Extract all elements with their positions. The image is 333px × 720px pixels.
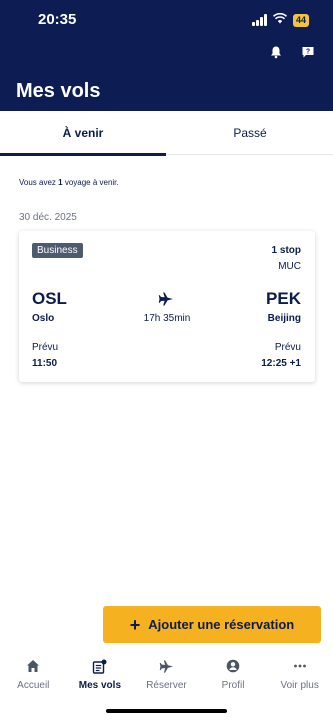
- help-icon[interactable]: ?: [301, 45, 315, 59]
- nav-book-label: Réserver: [146, 680, 187, 691]
- status-bar: 20:35 44: [0, 0, 333, 40]
- bell-icon[interactable]: [269, 45, 283, 59]
- arrival-status: Prévu: [274, 342, 301, 353]
- tab-bar: À venir Passé: [0, 111, 333, 156]
- signal-icon: [251, 14, 267, 26]
- nav-more-label: Voir plus: [280, 680, 319, 691]
- nav-profile-label: Profil: [221, 680, 245, 691]
- arrival-time: 12:25 +1: [261, 358, 301, 369]
- status-icons: 44: [251, 11, 309, 29]
- more-icon: [292, 658, 308, 674]
- departure-status: Prévu: [32, 342, 59, 353]
- plane-icon: [158, 291, 174, 307]
- nav-profile[interactable]: Profil: [200, 652, 267, 702]
- stops-count: 1 stop: [271, 245, 301, 256]
- trip-count-text: Vous avez 1 voyage à venir.: [19, 178, 119, 187]
- wifi-icon: [272, 11, 288, 29]
- home-icon: [25, 658, 41, 674]
- trip-count-suffix: voyage à venir.: [62, 178, 119, 187]
- tab-upcoming[interactable]: À venir: [0, 111, 166, 156]
- nav-book[interactable]: Réserver: [133, 652, 200, 702]
- add-booking-label: Ajouter une réservation: [148, 617, 295, 632]
- trip-date: 30 déc. 2025: [19, 212, 77, 223]
- profile-icon: [225, 658, 241, 674]
- origin-code: OSL: [32, 289, 67, 308]
- trip-card[interactable]: Business 1 stop MUC OSL PEK Oslo 17h 35m…: [19, 231, 315, 382]
- booking-icon: [92, 658, 108, 674]
- home-indicator: [106, 709, 227, 713]
- destination-city: Beijing: [267, 313, 301, 324]
- plane-icon: [158, 658, 174, 674]
- trip-count-prefix: Vous avez: [19, 178, 59, 187]
- nav-more[interactable]: Voir plus: [266, 652, 333, 702]
- stopover-airport: MUC: [278, 261, 301, 272]
- battery-icon: 44: [292, 13, 309, 27]
- nav-home[interactable]: Accueil: [0, 652, 67, 702]
- departure-time: 11:50: [32, 358, 58, 369]
- destination-code: PEK: [266, 289, 301, 308]
- svg-text:?: ?: [306, 49, 310, 56]
- header-actions: ?: [269, 45, 315, 59]
- add-booking-button[interactable]: + Ajouter une réservation: [103, 606, 321, 643]
- status-time: 20:35: [38, 11, 77, 28]
- cabin-badge: Business: [32, 243, 83, 258]
- page-title: Mes vols: [16, 80, 101, 102]
- tab-past[interactable]: Passé: [167, 111, 333, 155]
- nav-my-flights-label: Mes vols: [78, 680, 122, 691]
- app-header: 20:35 44 ? Mes vols: [0, 0, 333, 111]
- nav-my-flights[interactable]: Mes vols: [67, 652, 134, 702]
- nav-home-label: Accueil: [17, 680, 50, 691]
- plus-icon: +: [129, 614, 141, 635]
- bottom-nav: Accueil Mes vols Réserver Profil Voir pl…: [0, 652, 333, 702]
